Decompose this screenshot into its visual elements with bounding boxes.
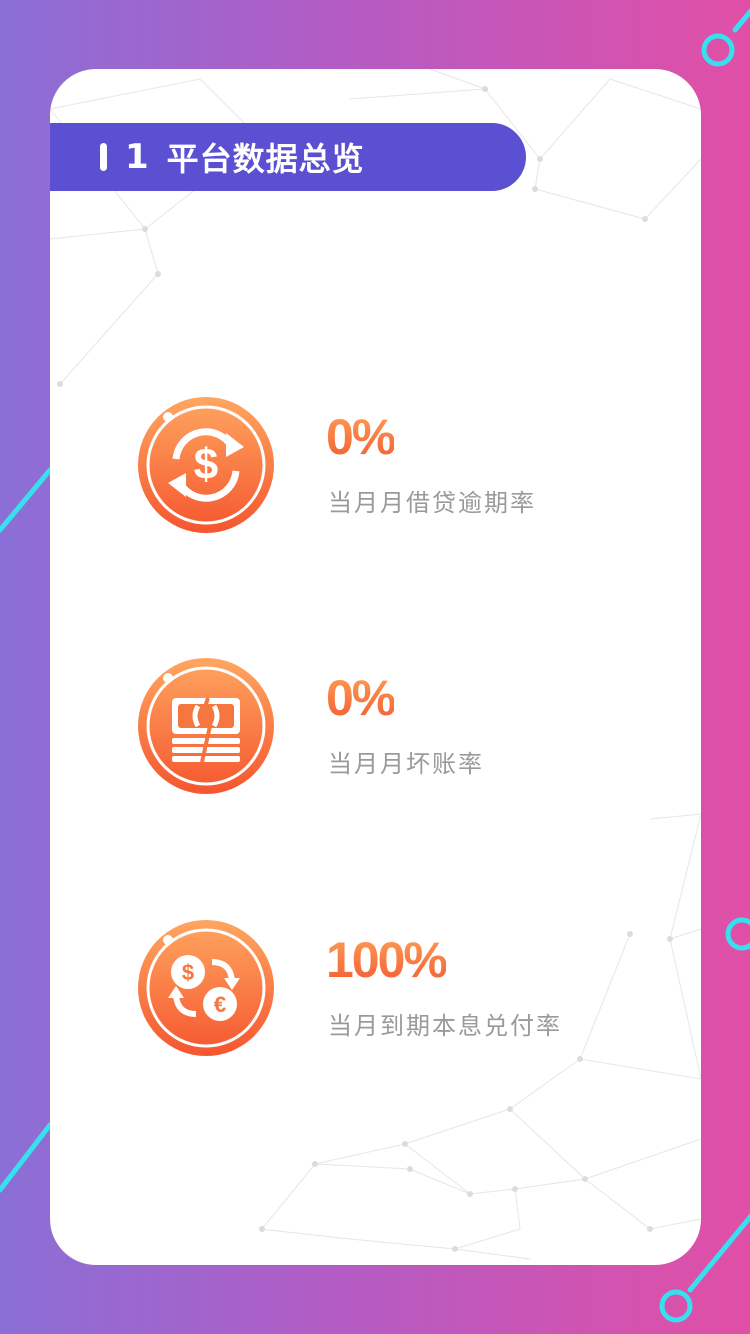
money-stack-icon	[138, 658, 274, 794]
stat-value: 0%	[326, 409, 396, 465]
dollar-exchange-icon: $	[138, 397, 274, 533]
svg-text:$: $	[182, 960, 194, 985]
section-header: 1 平台数据总览	[50, 123, 526, 191]
stat-label: 当月月坏账率	[328, 750, 484, 778]
stat-value: 100%	[326, 932, 448, 988]
stat-label: 当月到期本息兑付率	[328, 1012, 562, 1040]
stat-bad-debt-rate: 0% 当月月坏账率	[136, 656, 656, 796]
currency-exchange-icon: $ €	[138, 920, 274, 1056]
stat-repayment-rate: $ € 100% 当月到期本息兑付率	[136, 918, 656, 1058]
section-number: 1	[125, 137, 149, 177]
content-card: 1 平台数据总览 $ 0% 当月月借贷逾期率 0% 当月月坏账率 $ € 100…	[50, 69, 701, 1265]
stat-label: 当月月借贷逾期率	[328, 489, 536, 517]
section-title: 平台数据总览	[166, 140, 365, 178]
svg-text:$: $	[194, 440, 218, 489]
header-accent-bar	[100, 143, 107, 171]
stat-value: 0%	[326, 670, 396, 726]
stat-overdue-rate: $ 0% 当月月借贷逾期率	[136, 395, 656, 535]
svg-text:€: €	[214, 992, 226, 1017]
